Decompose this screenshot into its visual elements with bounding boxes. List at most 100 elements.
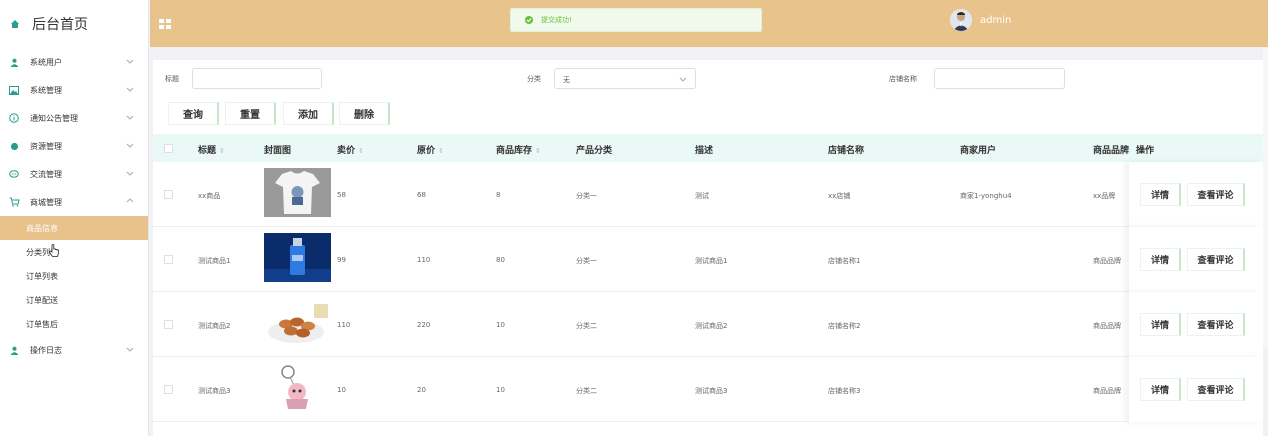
sidebar-item-label: 通知公告管理 [30,113,78,123]
row-checkbox[interactable] [164,320,173,329]
sidebar-item-oplog[interactable]: 操作日志 [0,336,148,364]
brand-title: 后台首页 [32,17,88,33]
user-icon [8,56,20,68]
table-row: 测试商品1 99 110 80 分类一 测试商品1 店铺名称1 商品品牌 详情 … [153,227,1263,292]
column-header-original-price[interactable]: 原价 ⇕ [417,143,444,156]
cell-store: 店铺名称2 [828,322,861,330]
username: admin [980,14,1012,26]
store-filter-input[interactable] [934,68,1065,89]
sidebar-item-system-users[interactable]: 系统用户 [0,48,148,76]
cell-store: 店铺名称1 [828,257,861,265]
sidebar-subitem-orders[interactable]: 订单列表 [0,264,148,288]
actions-cell: 详情 查看评论 [1129,227,1263,292]
select-all-checkbox[interactable] [164,144,173,153]
cell-original-price: 220 [417,321,431,329]
keychain-image [264,363,331,412]
home-icon [11,20,19,28]
table-row: xx商品 58 68 8 分类一 测试 xx店铺 商家1-yonghu4 xx品… [153,162,1263,227]
sidebar-subitem-delivery[interactable]: 订单配送 [0,288,148,312]
chevron-down-icon [126,171,134,176]
title-filter-input[interactable] [192,68,322,89]
brand[interactable]: 后台首页 [0,0,148,48]
sidebar-subitem-aftersale[interactable]: 订单售后 [0,312,148,336]
detail-button[interactable]: 详情 [1140,378,1181,401]
table-row: 测试商品2 110 220 10 分类二 测试商品2 店铺名称2 商品品牌 详情… [153,292,1263,357]
sidebar-subitem-categories[interactable]: 分类列表 [0,240,148,264]
delete-button[interactable]: 删除 [339,102,390,125]
user-menu[interactable]: admin [950,9,1011,31]
reset-button[interactable]: 重置 [225,102,276,125]
filter-bar: 标题 分类 无 店铺名称 [153,68,1263,90]
add-button[interactable]: 添加 [283,102,334,125]
row-checkbox[interactable] [164,190,173,199]
column-header-actions: 操作 [1136,146,1155,156]
column-header-stock[interactable]: 商品库存 ⇕ [496,143,541,156]
tshirt-image [264,168,331,217]
sidebar-item-mall[interactable]: 商城管理 [0,188,148,216]
grid-menu-icon[interactable] [159,19,171,29]
column-header-category: 产品分类 [576,146,613,156]
cell-stock: 10 [496,321,505,329]
sidebar-subitem-products[interactable]: 商品信息 [0,216,148,240]
cell-description: 测试商品3 [695,387,728,395]
row-checkbox[interactable] [164,255,173,264]
cell-title: 测试商品2 [198,322,231,330]
category-select[interactable]: 无 [554,68,696,89]
hand-cursor-icon [49,244,59,257]
almonds-image [264,298,331,347]
cell-category: 分类二 [576,387,597,395]
title-filter-label: 标题 [165,75,179,83]
sidebar-item-system-manage[interactable]: 系统管理 [0,76,148,104]
cell-description: 测试商品1 [695,257,728,265]
chevron-down-icon [126,143,134,148]
category-select-value: 无 [563,76,570,84]
column-header-title[interactable]: 标题 ⇕ [198,143,225,156]
table-header: 标题 ⇕ 封面图 卖价 ⇕ 原价 ⇕ 商品库存 ⇕ 产品分类 描述 店铺名称 商家用户 … [153,134,1263,162]
detail-button[interactable]: 详情 [1140,313,1181,336]
sidebar-item-resource[interactable]: 资源管理 [0,132,148,160]
cart-icon [8,196,20,208]
success-toast: 提交成功! [510,8,762,32]
table-row: 测试商品3 10 20 10 分类二 测试商品3 店铺名称3 商品品牌 详情 查… [153,357,1263,422]
info-icon [8,112,20,124]
column-header-price[interactable]: 卖价 ⇕ [337,143,364,156]
cell-stock: 10 [496,386,505,394]
store-filter-label: 店铺名称 [889,75,917,83]
chevron-down-icon [126,115,134,120]
view-reviews-button[interactable]: 查看评论 [1187,183,1245,206]
top-bar: 提交成功! admin [150,0,1268,47]
actions-cell: 详情 查看评论 [1129,357,1263,422]
sidebar-item-exchange[interactable]: 交流管理 [0,160,148,188]
sidebar-item-label: 商城管理 [30,197,62,207]
view-reviews-button[interactable]: 查看评论 [1187,248,1245,271]
view-reviews-button[interactable]: 查看评论 [1187,313,1245,336]
row-checkbox[interactable] [164,385,173,394]
actions-cell: 详情 查看评论 [1129,292,1263,357]
chevron-down-icon [679,77,687,82]
main-content: 标题 分类 无 店铺名称 查询 重置 添加 删除 标题 ⇕ 封面图 卖价 ⇕ 原价 ⇕… [153,60,1263,436]
sort-icon: ⇕ [438,147,444,155]
chevron-up-icon [126,198,134,203]
avatar [950,9,972,31]
chat-icon [8,168,20,180]
sidebar-item-label: 资源管理 [30,141,62,151]
cell-store: 店铺名称3 [828,387,861,395]
cell-category: 分类二 [576,322,597,330]
scrollbar[interactable] [1263,48,1268,348]
detail-button[interactable]: 详情 [1140,183,1181,206]
sort-icon: ⇕ [535,147,541,155]
check-circle-icon [525,16,533,24]
drop-icon [8,140,20,152]
sidebar-item-label: 交流管理 [30,169,62,179]
view-reviews-button[interactable]: 查看评论 [1187,378,1245,401]
cell-stock: 80 [496,256,505,264]
cell-original-price: 68 [417,191,426,199]
detail-button[interactable]: 详情 [1140,248,1181,271]
cell-price: 58 [337,191,346,199]
column-header-merchant: 商家用户 [960,146,997,156]
cell-title: 测试商品1 [198,257,231,265]
chevron-down-icon [126,347,134,352]
cell-original-price: 20 [417,386,426,394]
sidebar-item-notice[interactable]: 通知公告管理 [0,104,148,132]
query-button[interactable]: 查询 [168,102,219,125]
